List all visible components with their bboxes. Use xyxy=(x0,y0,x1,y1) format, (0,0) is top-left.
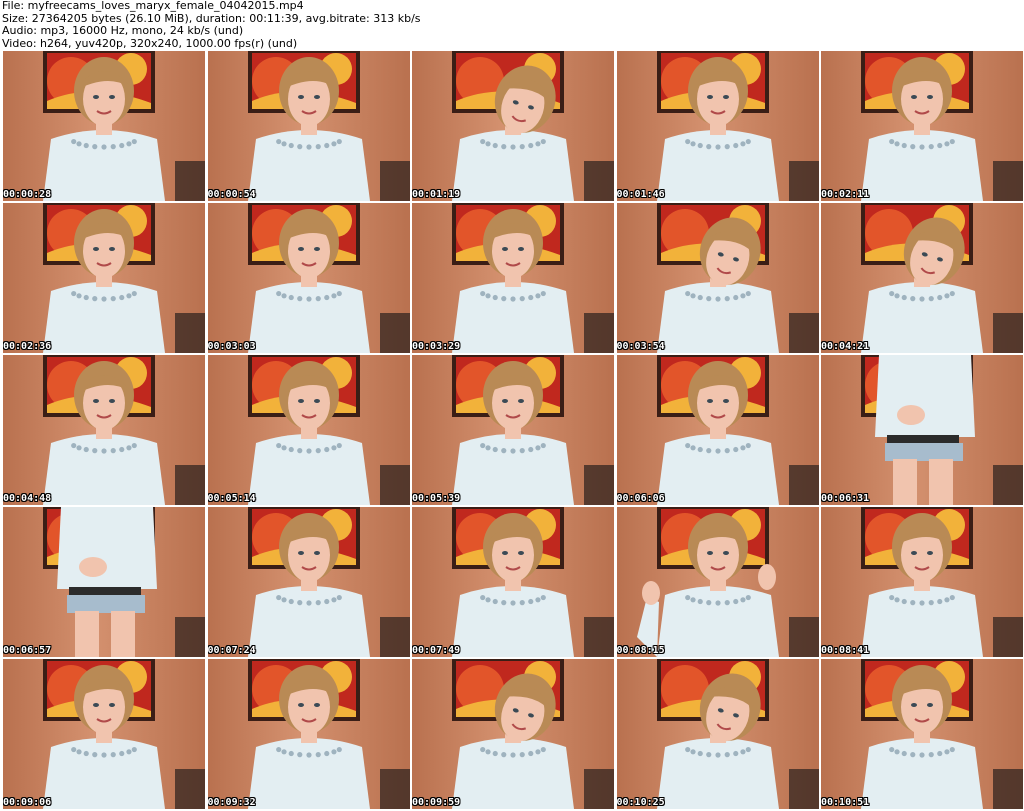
thumbnail-frame-image xyxy=(616,203,819,353)
video-thumbnail: 00:09:06 xyxy=(3,659,205,809)
thumbnail-timestamp: 00:10:51 xyxy=(821,797,870,808)
thumbnail-timestamp: 00:09:59 xyxy=(412,797,461,808)
thumbnail-frame-image xyxy=(207,659,410,809)
thumbnail-frame-image xyxy=(616,51,819,201)
thumbnail-timestamp: 00:07:24 xyxy=(207,645,256,656)
video-thumbnail: 00:04:48 xyxy=(3,355,205,505)
thumbnail-frame-image xyxy=(616,507,819,657)
video-thumbnail: 00:06:06 xyxy=(616,355,819,505)
thumbnail-timestamp: 00:10:25 xyxy=(616,797,665,808)
thumbnail-frame-image xyxy=(3,355,205,505)
thumbnail-timestamp: 00:00:54 xyxy=(207,189,256,200)
thumbnail-timestamp: 00:06:06 xyxy=(616,493,665,504)
video-thumbnail: 00:03:29 xyxy=(412,203,614,353)
thumbnail-frame-image xyxy=(412,51,614,201)
thumbnail-timestamp: 00:06:57 xyxy=(3,645,52,656)
video-thumbnail: 00:03:54 xyxy=(616,203,819,353)
video-thumbnail: 00:01:46 xyxy=(616,51,819,201)
video-thumbnail: 00:07:24 xyxy=(207,507,410,657)
video-thumbnail: 00:09:59 xyxy=(412,659,614,809)
thumbnail-timestamp: 00:05:14 xyxy=(207,493,256,504)
thumbnail-frame-image xyxy=(207,507,410,657)
thumbnail-frame-image xyxy=(3,507,205,657)
thumbnail-timestamp: 00:06:31 xyxy=(821,493,870,504)
video-thumbnail: 00:10:51 xyxy=(821,659,1023,809)
thumbnail-frame-image xyxy=(412,203,614,353)
thumbnail-frame-image xyxy=(412,659,614,809)
video-thumbnail: 00:02:11 xyxy=(821,51,1023,201)
video-thumbnail: 00:00:54 xyxy=(207,51,410,201)
thumbnail-frame-image xyxy=(3,659,205,809)
video-thumbnail: 00:02:36 xyxy=(3,203,205,353)
video-thumbnail: 00:04:21 xyxy=(821,203,1023,353)
video-thumbnail: 00:08:15 xyxy=(616,507,819,657)
file-info-header: File: myfreecams_loves_maryx_female_0404… xyxy=(2,0,1022,50)
video-info-line: Video: h264, yuv420p, 320x240, 1000.00 f… xyxy=(2,37,298,50)
file-name-line: File: myfreecams_loves_maryx_female_0404… xyxy=(2,0,304,12)
thumbnail-frame-image xyxy=(616,659,819,809)
video-thumbnail: 00:01:19 xyxy=(412,51,614,201)
video-thumbnail: 00:00:28 xyxy=(3,51,205,201)
thumbnail-frame-image xyxy=(821,659,1023,809)
thumbnail-frame-image xyxy=(207,51,410,201)
thumbnail-frame-image xyxy=(821,203,1023,353)
thumbnail-timestamp: 00:01:19 xyxy=(412,189,461,200)
thumbnail-timestamp: 00:02:11 xyxy=(821,189,870,200)
thumbnail-timestamp: 00:09:32 xyxy=(207,797,256,808)
thumbnail-timestamp: 00:08:41 xyxy=(821,645,870,656)
video-thumbnail: 00:05:14 xyxy=(207,355,410,505)
thumbnail-frame-image xyxy=(616,355,819,505)
thumbnail-grid: 00:00:28 00:00:54 00:01:19 00:01:46 00:02:11… xyxy=(3,51,1023,810)
thumbnail-timestamp: 00:00:28 xyxy=(3,189,52,200)
video-thumbnail: 00:06:31 xyxy=(821,355,1023,505)
thumbnail-frame-image xyxy=(207,203,410,353)
thumbnail-timestamp: 00:09:06 xyxy=(3,797,52,808)
audio-info-line: Audio: mp3, 16000 Hz, mono, 24 kb/s (und… xyxy=(2,25,244,37)
thumbnail-timestamp: 00:03:29 xyxy=(412,341,461,352)
video-thumbnail: 00:07:49 xyxy=(412,507,614,657)
thumbnail-frame-image xyxy=(821,51,1023,201)
thumbnail-timestamp: 00:03:03 xyxy=(207,341,256,352)
thumbnail-frame-image xyxy=(3,203,205,353)
thumbnail-timestamp: 00:05:39 xyxy=(412,493,461,504)
thumbnail-frame-image xyxy=(3,51,205,201)
thumbnail-timestamp: 00:04:21 xyxy=(821,341,870,352)
file-size-line: Size: 27364205 bytes (26.10 MiB), durati… xyxy=(2,12,421,25)
thumbnail-frame-image xyxy=(412,355,614,505)
video-thumbnail: 00:03:03 xyxy=(207,203,410,353)
thumbnail-timestamp: 00:07:49 xyxy=(412,645,461,656)
video-thumbnail: 00:10:25 xyxy=(616,659,819,809)
thumbnail-frame-image xyxy=(207,355,410,505)
video-thumbnail: 00:08:41 xyxy=(821,507,1023,657)
thumbnail-frame-image xyxy=(821,507,1023,657)
thumbnail-timestamp: 00:02:36 xyxy=(3,341,52,352)
video-thumbnail: 00:06:57 xyxy=(3,507,205,657)
thumbnail-frame-image xyxy=(821,355,1023,505)
thumbnail-timestamp: 00:04:48 xyxy=(3,493,52,504)
video-thumbnail: 00:09:32 xyxy=(207,659,410,809)
video-thumbnail: 00:05:39 xyxy=(412,355,614,505)
thumbnail-timestamp: 00:03:54 xyxy=(616,341,665,352)
thumbnail-timestamp: 00:01:46 xyxy=(616,189,665,200)
thumbnail-timestamp: 00:08:15 xyxy=(616,645,665,656)
thumbnail-frame-image xyxy=(412,507,614,657)
